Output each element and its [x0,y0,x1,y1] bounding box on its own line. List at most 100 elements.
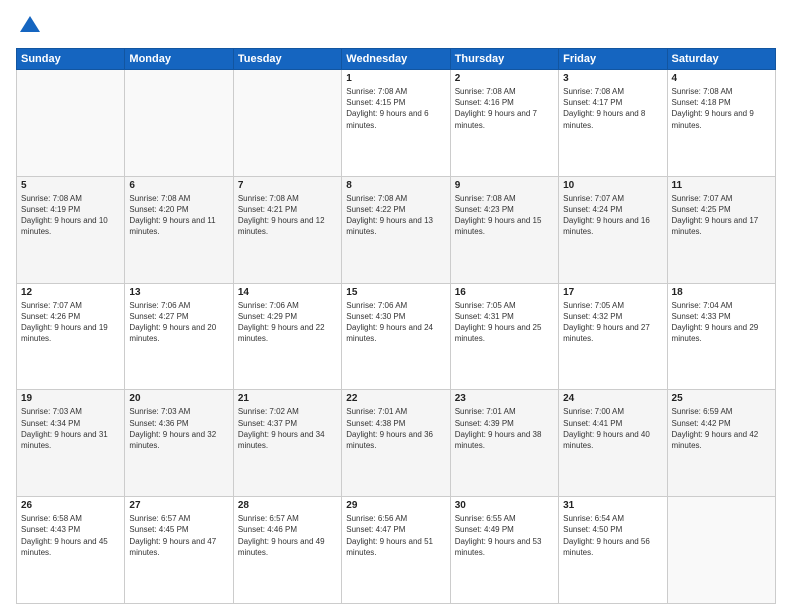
day-number: 25 [672,393,771,404]
day-number: 15 [346,287,445,298]
calendar-cell: 10 Sunrise: 7:07 AMSunset: 4:24 PMDayligh… [559,176,667,283]
day-number: 29 [346,500,445,511]
calendar-cell [125,70,233,177]
day-info: Sunrise: 7:01 AMSunset: 4:39 PMDaylight:… [455,406,554,451]
day-info: Sunrise: 7:00 AMSunset: 4:41 PMDaylight:… [563,406,662,451]
header [16,12,776,40]
calendar-cell: 25Sunrise: 6:59 AMSunset: 4:42 PMDayligh… [667,390,775,497]
logo-icon [16,12,44,40]
calendar-cell: 17 Sunrise: 7:05 AMSunset: 4:32 PMDayligh… [559,283,667,390]
day-number: 23 [455,393,554,404]
day-number: 16 [455,287,554,298]
day-number: 5 [21,180,120,191]
page: SundayMondayTuesdayWednesdayThursdayFrid… [0,0,792,612]
day-number: 11 [672,180,771,191]
day-number: 18 [672,287,771,298]
day-info: Sunrise: 6:54 AMSunset: 4:50 PMDaylight:… [563,513,662,558]
day-info: Sunrise: 7:07 AMSunset: 4:24 PMDaylight:… [563,193,662,238]
calendar-cell [667,497,775,604]
calendar-cell: 31 Sunrise: 6:54 AMSunset: 4:50 PMDayligh… [559,497,667,604]
day-info: Sunrise: 7:05 AMSunset: 4:31 PMDaylight:… [455,300,554,345]
calendar-cell: 1Sunrise: 7:08 AMSunset: 4:15 PMDaylight… [342,70,450,177]
calendar-cell: 9 Sunrise: 7:08 AMSunset: 4:23 PMDaylight… [450,176,558,283]
calendar-cell: 22 Sunrise: 7:01 AMSunset: 4:38 PMDayligh… [342,390,450,497]
day-number: 10 [563,180,662,191]
day-number: 8 [346,180,445,191]
calendar-cell: 16 Sunrise: 7:05 AMSunset: 4:31 PMDayligh… [450,283,558,390]
day-info: Sunrise: 7:07 AMSunset: 4:26 PMDaylight:… [21,300,120,345]
day-info: Sunrise: 7:08 AMSunset: 4:20 PMDaylight:… [129,193,228,238]
calendar-cell: 26Sunrise: 6:58 AMSunset: 4:43 PMDayligh… [17,497,125,604]
day-info: Sunrise: 7:01 AMSunset: 4:38 PMDaylight:… [346,406,445,451]
day-number: 2 [455,73,554,84]
day-info: Sunrise: 7:06 AMSunset: 4:27 PMDaylight:… [129,300,228,345]
calendar-cell: 6 Sunrise: 7:08 AMSunset: 4:20 PMDaylight… [125,176,233,283]
day-info: Sunrise: 7:08 AMSunset: 4:18 PMDaylight:… [672,86,771,131]
weekday-header-monday: Monday [125,49,233,70]
calendar-cell: 14Sunrise: 7:06 AMSunset: 4:29 PMDayligh… [233,283,341,390]
calendar-cell: 20 Sunrise: 7:03 AMSunset: 4:36 PMDayligh… [125,390,233,497]
calendar-cell: 21 Sunrise: 7:02 AMSunset: 4:37 PMDayligh… [233,390,341,497]
calendar-table: SundayMondayTuesdayWednesdayThursdayFrid… [16,48,776,604]
calendar-cell: 19 Sunrise: 7:03 AMSunset: 4:34 PMDayligh… [17,390,125,497]
day-number: 31 [563,500,662,511]
day-number: 30 [455,500,554,511]
day-info: Sunrise: 7:08 AMSunset: 4:23 PMDaylight:… [455,193,554,238]
calendar-cell: 27 Sunrise: 6:57 AMSunset: 4:45 PMDayligh… [125,497,233,604]
day-info: Sunrise: 7:03 AMSunset: 4:34 PMDaylight:… [21,406,120,451]
calendar-cell: 5 Sunrise: 7:08 AMSunset: 4:19 PMDaylight… [17,176,125,283]
calendar-cell [233,70,341,177]
day-info: Sunrise: 7:08 AMSunset: 4:15 PMDaylight:… [346,86,445,131]
day-number: 12 [21,287,120,298]
day-info: Sunrise: 6:57 AMSunset: 4:46 PMDaylight:… [238,513,337,558]
calendar-cell: 18 Sunrise: 7:04 AMSunset: 4:33 PMDayligh… [667,283,775,390]
day-info: Sunrise: 7:05 AMSunset: 4:32 PMDaylight:… [563,300,662,345]
calendar-cell: 24 Sunrise: 7:00 AMSunset: 4:41 PMDayligh… [559,390,667,497]
day-number: 20 [129,393,228,404]
day-info: Sunrise: 7:08 AMSunset: 4:22 PMDaylight:… [346,193,445,238]
weekday-header-thursday: Thursday [450,49,558,70]
day-info: Sunrise: 7:03 AMSunset: 4:36 PMDaylight:… [129,406,228,451]
day-number: 9 [455,180,554,191]
calendar-cell: 13 Sunrise: 7:06 AMSunset: 4:27 PMDayligh… [125,283,233,390]
day-number: 4 [672,73,771,84]
day-info: Sunrise: 7:02 AMSunset: 4:37 PMDaylight:… [238,406,337,451]
day-number: 24 [563,393,662,404]
calendar-cell: 8 Sunrise: 7:08 AMSunset: 4:22 PMDaylight… [342,176,450,283]
calendar-cell: 28 Sunrise: 6:57 AMSunset: 4:46 PMDayligh… [233,497,341,604]
calendar-cell: 7 Sunrise: 7:08 AMSunset: 4:21 PMDaylight… [233,176,341,283]
weekday-header-tuesday: Tuesday [233,49,341,70]
day-number: 6 [129,180,228,191]
calendar-cell: 15 Sunrise: 7:06 AMSunset: 4:30 PMDayligh… [342,283,450,390]
day-number: 28 [238,500,337,511]
logo [16,12,48,40]
day-number: 19 [21,393,120,404]
calendar-cell: 30 Sunrise: 6:55 AMSunset: 4:49 PMDayligh… [450,497,558,604]
calendar-cell: 12 Sunrise: 7:07 AMSunset: 4:26 PMDayligh… [17,283,125,390]
calendar-cell [17,70,125,177]
day-info: Sunrise: 6:58 AMSunset: 4:43 PMDaylight:… [21,513,120,558]
day-info: Sunrise: 7:07 AMSunset: 4:25 PMDaylight:… [672,193,771,238]
calendar-cell: 3Sunrise: 7:08 AMSunset: 4:17 PMDaylight… [559,70,667,177]
day-info: Sunrise: 7:06 AMSunset: 4:30 PMDaylight:… [346,300,445,345]
day-number: 27 [129,500,228,511]
calendar-cell: 11 Sunrise: 7:07 AMSunset: 4:25 PMDayligh… [667,176,775,283]
day-number: 3 [563,73,662,84]
day-info: Sunrise: 6:55 AMSunset: 4:49 PMDaylight:… [455,513,554,558]
day-number: 7 [238,180,337,191]
calendar-cell: 2Sunrise: 7:08 AMSunset: 4:16 PMDaylight… [450,70,558,177]
day-info: Sunrise: 6:57 AMSunset: 4:45 PMDaylight:… [129,513,228,558]
day-info: Sunrise: 7:08 AMSunset: 4:19 PMDaylight:… [21,193,120,238]
weekday-header-wednesday: Wednesday [342,49,450,70]
day-number: 14 [238,287,337,298]
weekday-header-friday: Friday [559,49,667,70]
day-number: 13 [129,287,228,298]
calendar-cell: 23 Sunrise: 7:01 AMSunset: 4:39 PMDayligh… [450,390,558,497]
day-number: 21 [238,393,337,404]
weekday-header-saturday: Saturday [667,49,775,70]
day-info: Sunrise: 7:08 AMSunset: 4:21 PMDaylight:… [238,193,337,238]
day-number: 17 [563,287,662,298]
day-info: Sunrise: 6:56 AMSunset: 4:47 PMDaylight:… [346,513,445,558]
day-info: Sunrise: 7:04 AMSunset: 4:33 PMDaylight:… [672,300,771,345]
day-number: 22 [346,393,445,404]
